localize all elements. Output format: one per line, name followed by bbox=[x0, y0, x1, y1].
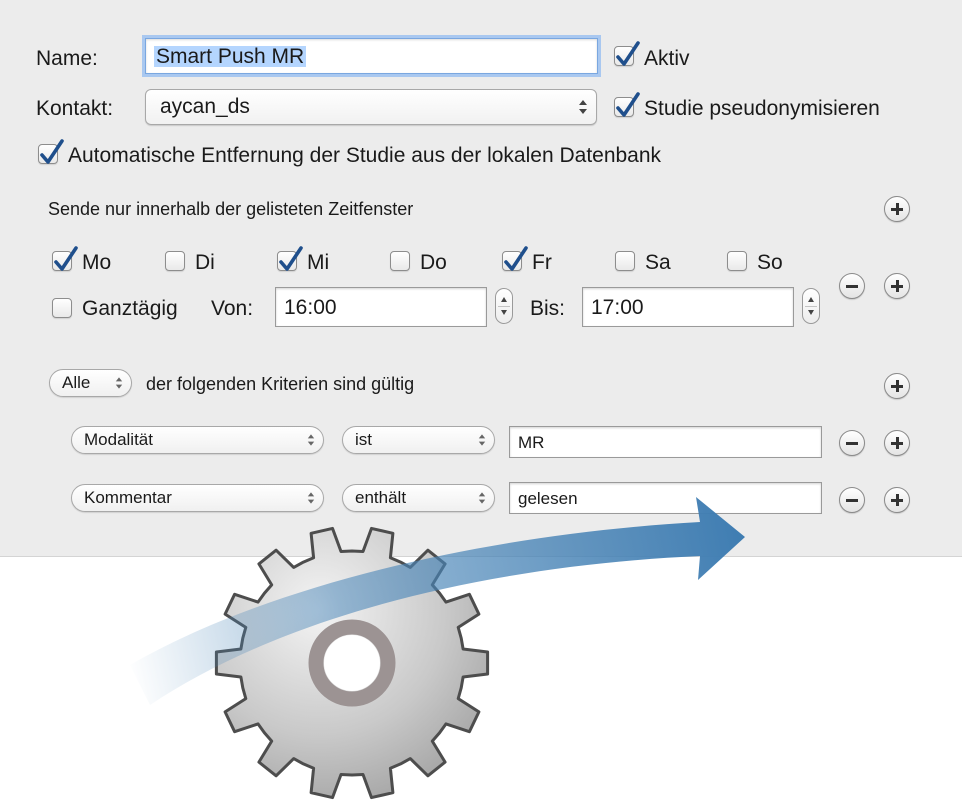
day-checkbox-so[interactable] bbox=[727, 251, 747, 271]
day-label-fr: Fr bbox=[532, 251, 552, 274]
rule-field-value: Modalität bbox=[84, 430, 153, 449]
from-time-stepper[interactable] bbox=[495, 288, 513, 324]
day-checkbox-di[interactable] bbox=[165, 251, 185, 271]
match-text: der folgenden Kriterien sind gültig bbox=[146, 374, 415, 394]
allday-checkbox[interactable] bbox=[52, 298, 72, 318]
rule-value-text: MR bbox=[518, 432, 545, 452]
day-label-so: So bbox=[757, 251, 783, 274]
name-value: Smart Push MR bbox=[154, 44, 307, 68]
match-value: Alle bbox=[62, 373, 91, 392]
checkmark-icon bbox=[504, 246, 528, 271]
from-label: Von: bbox=[211, 297, 254, 320]
allday-label: Ganztägig bbox=[82, 297, 178, 320]
kontakt-label: Kontakt: bbox=[36, 97, 114, 120]
add-timewindow-button[interactable] bbox=[884, 196, 910, 222]
day-label-mi: Mi bbox=[307, 251, 330, 274]
aktiv-checkbox[interactable] bbox=[614, 41, 640, 66]
rule-operator-value: ist bbox=[355, 430, 372, 449]
kontakt-popup[interactable]: aycan_ds bbox=[145, 89, 597, 125]
to-time-value: 17:00 bbox=[591, 295, 644, 319]
day-checkbox-fr[interactable] bbox=[502, 246, 528, 271]
updown-arrows-icon bbox=[307, 434, 315, 446]
name-label: Name: bbox=[36, 47, 98, 70]
gear-arrow-illustration bbox=[130, 497, 745, 800]
rule-field-popup[interactable]: Modalität bbox=[71, 426, 324, 454]
checkmark-icon bbox=[40, 139, 64, 164]
day-checkbox-mi[interactable] bbox=[277, 246, 303, 271]
day-checkbox-do[interactable] bbox=[390, 251, 410, 271]
checkmark-icon bbox=[616, 41, 640, 66]
auto-remove-checkbox[interactable] bbox=[38, 139, 64, 164]
name-field[interactable]: Smart Push MR bbox=[145, 38, 598, 74]
day-label-di: Di bbox=[195, 251, 215, 274]
add-criteria-button[interactable] bbox=[884, 373, 910, 399]
day-label-sa: Sa bbox=[645, 251, 671, 274]
to-time-stepper[interactable] bbox=[802, 288, 820, 324]
updown-arrows-icon bbox=[115, 377, 123, 389]
timewindow-heading: Sende nur innerhalb der gelisteten Zeitf… bbox=[48, 199, 414, 219]
checkmark-icon bbox=[54, 246, 78, 271]
checkmark-icon bbox=[279, 246, 303, 271]
day-checkbox-mo[interactable] bbox=[52, 246, 78, 271]
auto-remove-label: Automatische Entfernung der Studie aus d… bbox=[68, 144, 662, 167]
from-time-field[interactable]: 16:00 bbox=[275, 287, 487, 327]
match-popup[interactable]: Alle bbox=[49, 369, 132, 397]
to-label: Bis: bbox=[530, 297, 566, 320]
rule-value-field[interactable]: MR bbox=[509, 426, 822, 458]
remove-timewindow-button[interactable] bbox=[839, 273, 865, 299]
remove-rule-button[interactable] bbox=[839, 430, 865, 456]
pseudonym-checkbox[interactable] bbox=[614, 92, 640, 117]
updown-arrows-icon bbox=[478, 434, 486, 446]
to-time-field[interactable]: 17:00 bbox=[582, 287, 794, 327]
aktiv-label: Aktiv bbox=[644, 47, 690, 70]
from-time-value: 16:00 bbox=[284, 295, 337, 319]
checkmark-icon bbox=[616, 92, 640, 117]
pseudonym-label: Studie pseudonymisieren bbox=[644, 97, 880, 120]
day-label-do: Do bbox=[420, 251, 447, 274]
add-rule-button[interactable] bbox=[884, 430, 910, 456]
day-checkbox-sa[interactable] bbox=[615, 251, 635, 271]
add-timewindow-row-button[interactable] bbox=[884, 273, 910, 299]
kontakt-value: aycan_ds bbox=[160, 95, 250, 118]
updown-arrows-icon bbox=[579, 100, 587, 114]
day-label-mo: Mo bbox=[82, 251, 112, 274]
rule-operator-popup[interactable]: ist bbox=[342, 426, 495, 454]
